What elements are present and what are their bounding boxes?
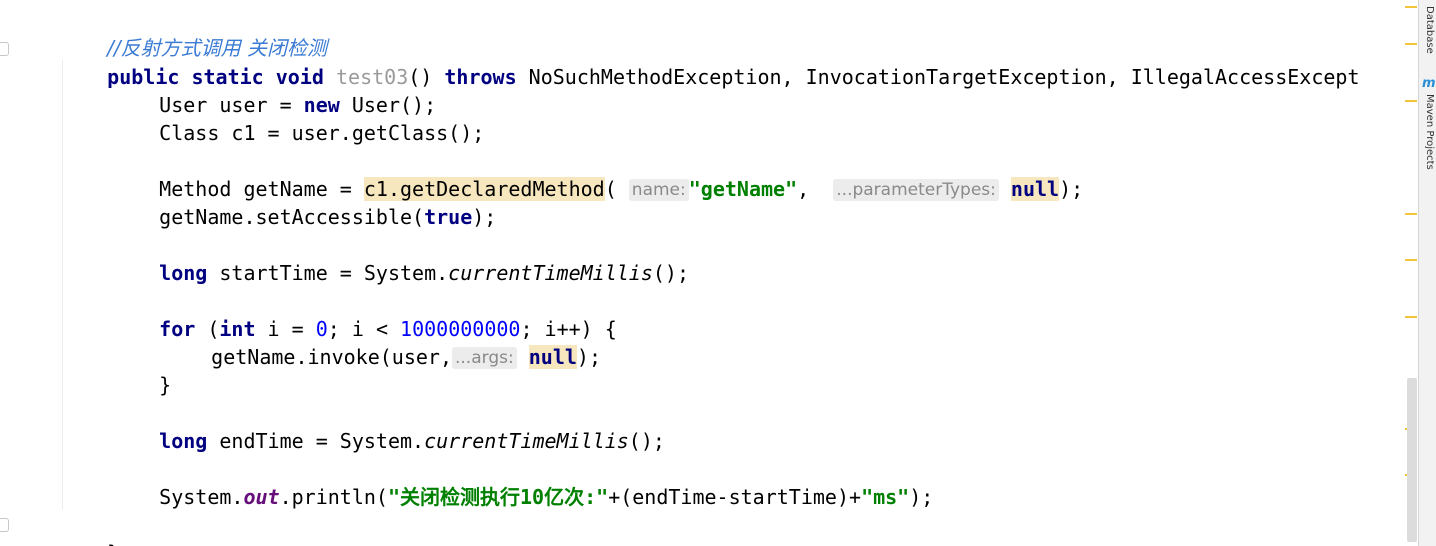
warning-marker[interactable] (1405, 259, 1417, 261)
code-text: getName.invoke(user, (211, 345, 452, 369)
fold-method-icon[interactable] (0, 42, 9, 56)
maven-icon: m (1422, 76, 1436, 91)
code-line-invoke[interactable]: getName.invoke(user, ...args: null); (163, 315, 601, 369)
code-text: +(endTime-startTime)+ (608, 485, 862, 509)
keyword-throws: throws (444, 65, 517, 89)
keyword-long: long (159, 261, 208, 285)
string-literal: "getName" (688, 177, 798, 201)
code-line-for-loop[interactable]: for (int i = 0; i < 1000000000; i++) { (111, 287, 617, 341)
closing-brace: } (159, 373, 172, 397)
code-text: , (797, 177, 810, 201)
param-hint-parameter-types: ...parameterTypes: (833, 179, 999, 201)
code-text: ); (576, 345, 602, 369)
indent-guide (62, 60, 63, 510)
code-line-println[interactable]: System.out.println("关闭检测执行10亿次:"+(endTim… (111, 455, 933, 509)
warning-marker[interactable] (1405, 43, 1417, 45)
static-method: currentTimeMillis (424, 429, 629, 453)
code-text: getName.setAccessible( (159, 205, 425, 229)
maven-projects-tab[interactable]: Maven Projects (1421, 94, 1435, 170)
code-line-close-method[interactable]: } (59, 511, 119, 546)
static-method: currentTimeMillis (448, 261, 653, 285)
code-text: ( (604, 177, 617, 201)
code-line-start-time[interactable]: long startTime = System.currentTimeMilli… (111, 231, 689, 285)
code-line-set-accessible[interactable]: getName.setAccessible(true); (111, 175, 496, 229)
code-text: ); (472, 205, 497, 229)
exceptions-list: NoSuchMethodException, InvocationTargetE… (528, 65, 1360, 89)
code-text: ); (909, 485, 934, 509)
warning-marker[interactable] (1405, 213, 1417, 215)
warning-marker[interactable] (1405, 6, 1417, 8)
warning-marker[interactable] (1405, 100, 1417, 102)
code-text: .println( (279, 485, 388, 509)
string-literal: "关闭检测执行10亿次:" (387, 485, 609, 509)
code-text: startTime = System. (207, 261, 449, 285)
code-line-end-time[interactable]: long endTime = System.currentTimeMillis(… (111, 399, 665, 453)
code-line-user-decl[interactable]: User user = new User(); (111, 63, 436, 117)
keyword-null: null (1010, 177, 1060, 201)
code-line-class-decl[interactable]: Class c1 = user.getClass(); (111, 91, 484, 145)
code-line-signature[interactable]: public static void test03() throws NoSuc… (59, 35, 1359, 89)
fold-end-icon[interactable] (0, 518, 9, 532)
code-text: System. (159, 485, 244, 509)
database-tab[interactable]: Database (1421, 6, 1435, 54)
string-literal: "ms" (861, 485, 910, 509)
code-editor[interactable]: //反射方式调用 关闭检测 public static void test03(… (0, 0, 1404, 546)
warning-marker[interactable] (1405, 316, 1417, 318)
param-hint-args: ...args: (452, 347, 517, 369)
right-tool-window-bar: Database m Maven Projects (1418, 0, 1436, 546)
code-text: Class c1 = user.getClass(); (159, 121, 485, 145)
code-text: (); (628, 429, 665, 453)
code-line-close-for[interactable]: } (111, 343, 171, 397)
code-text: (); (652, 261, 689, 285)
keyword-long: long (159, 429, 208, 453)
static-field-out: out (243, 485, 280, 509)
code-text: ); (1059, 177, 1084, 201)
code-line-method-decl[interactable]: Method getName = c1.getDeclaredMethod( n… (111, 147, 1083, 201)
vertical-scrollbar[interactable] (1407, 378, 1417, 542)
keyword-null: null (528, 345, 577, 369)
code-text: endTime = System. (207, 429, 425, 453)
param-hint-name: name: (628, 179, 689, 201)
closing-brace: } (107, 541, 119, 546)
code-line-comment[interactable]: //反射方式调用 关闭检测 (59, 6, 327, 60)
keyword-true: true (424, 205, 473, 229)
